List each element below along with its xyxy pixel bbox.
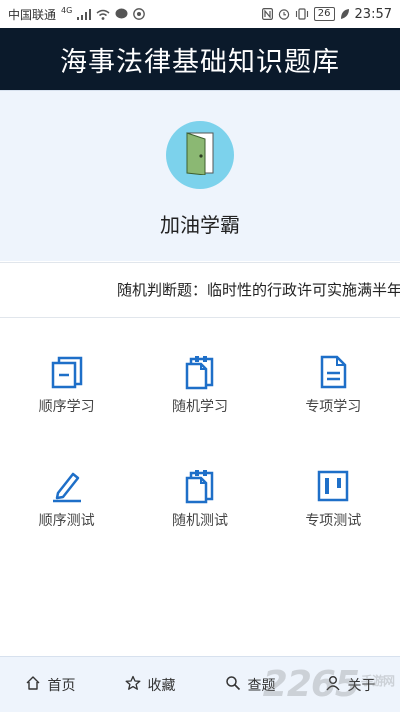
search-icon (225, 675, 241, 695)
clipboard-copy-icon (182, 354, 218, 390)
wifi-icon (96, 9, 110, 20)
status-bar: 中国联通 4G 26 23:57 (0, 0, 400, 28)
greeting-text: 加油学霸 (160, 213, 240, 237)
nfc-icon (261, 8, 273, 20)
door-icon (183, 131, 217, 179)
vibrate-icon (295, 8, 309, 20)
message-icon (115, 8, 128, 20)
battery-level: 26 (317, 8, 331, 19)
nav-item-about[interactable]: 关于 (325, 675, 376, 695)
menu-item-sequential-test[interactable]: 顺序测试 (0, 444, 133, 554)
document-icon (315, 354, 351, 390)
battery-indicator: 26 (313, 7, 335, 21)
menu-item-label: 顺序测试 (38, 513, 95, 529)
menu-item-label: 随机测试 (171, 513, 228, 529)
app-header: 海事法律基础知识题库 (0, 28, 400, 90)
user-icon (325, 675, 341, 695)
menu-item-sequential-study[interactable]: 顺序学习 (0, 330, 133, 440)
board-icon (315, 468, 351, 504)
menu-item-topic-study[interactable]: 专项学习 (267, 330, 400, 440)
clipboard-copy-icon (182, 468, 218, 504)
carrier-label: 中国联通 (8, 7, 57, 22)
nav-item-home[interactable]: 首页 (25, 675, 76, 695)
home-icon (25, 675, 41, 695)
marquee-text: 随机判断题：临时性的行政许可实施满半年 (117, 281, 400, 299)
leaf-icon (340, 8, 350, 20)
page-title: 海事法律基础知识题库 (60, 46, 340, 78)
menu-grid: 顺序学习 随机学习 专项学习 顺序测试 随机测试 专项测试 (0, 330, 400, 580)
nav-item-search[interactable]: 查题 (225, 675, 276, 695)
star-icon (125, 675, 141, 695)
book-stack-icon (49, 354, 85, 390)
alarm-icon (278, 8, 290, 20)
signal-icon (77, 8, 92, 20)
clock-time: 23:57 (354, 6, 392, 22)
hero-section: 加油学霸 (0, 90, 400, 261)
menu-item-random-test[interactable]: 随机测试 (133, 444, 266, 554)
announcement-marquee[interactable]: 随机判断题：临时性的行政许可实施满半年 (0, 262, 400, 318)
avatar[interactable] (166, 121, 234, 189)
nav-label: 关于 (347, 677, 376, 694)
menu-item-label: 专项学习 (305, 399, 362, 415)
menu-item-label: 随机学习 (171, 399, 228, 415)
nav-label: 收藏 (147, 677, 176, 694)
menu-item-label: 专项测试 (305, 513, 362, 529)
menu-item-label: 顺序学习 (38, 399, 95, 415)
app-notify-icon (133, 8, 146, 20)
bottom-nav: 首页 收藏 查题 关于 (0, 656, 400, 712)
pencil-icon (49, 468, 85, 504)
nav-item-favorites[interactable]: 收藏 (125, 675, 176, 695)
menu-item-topic-test[interactable]: 专项测试 (267, 444, 400, 554)
nav-label: 首页 (47, 677, 76, 694)
nav-label: 查题 (247, 677, 276, 694)
network-label: 4G (61, 5, 73, 15)
menu-item-random-study[interactable]: 随机学习 (133, 330, 266, 440)
